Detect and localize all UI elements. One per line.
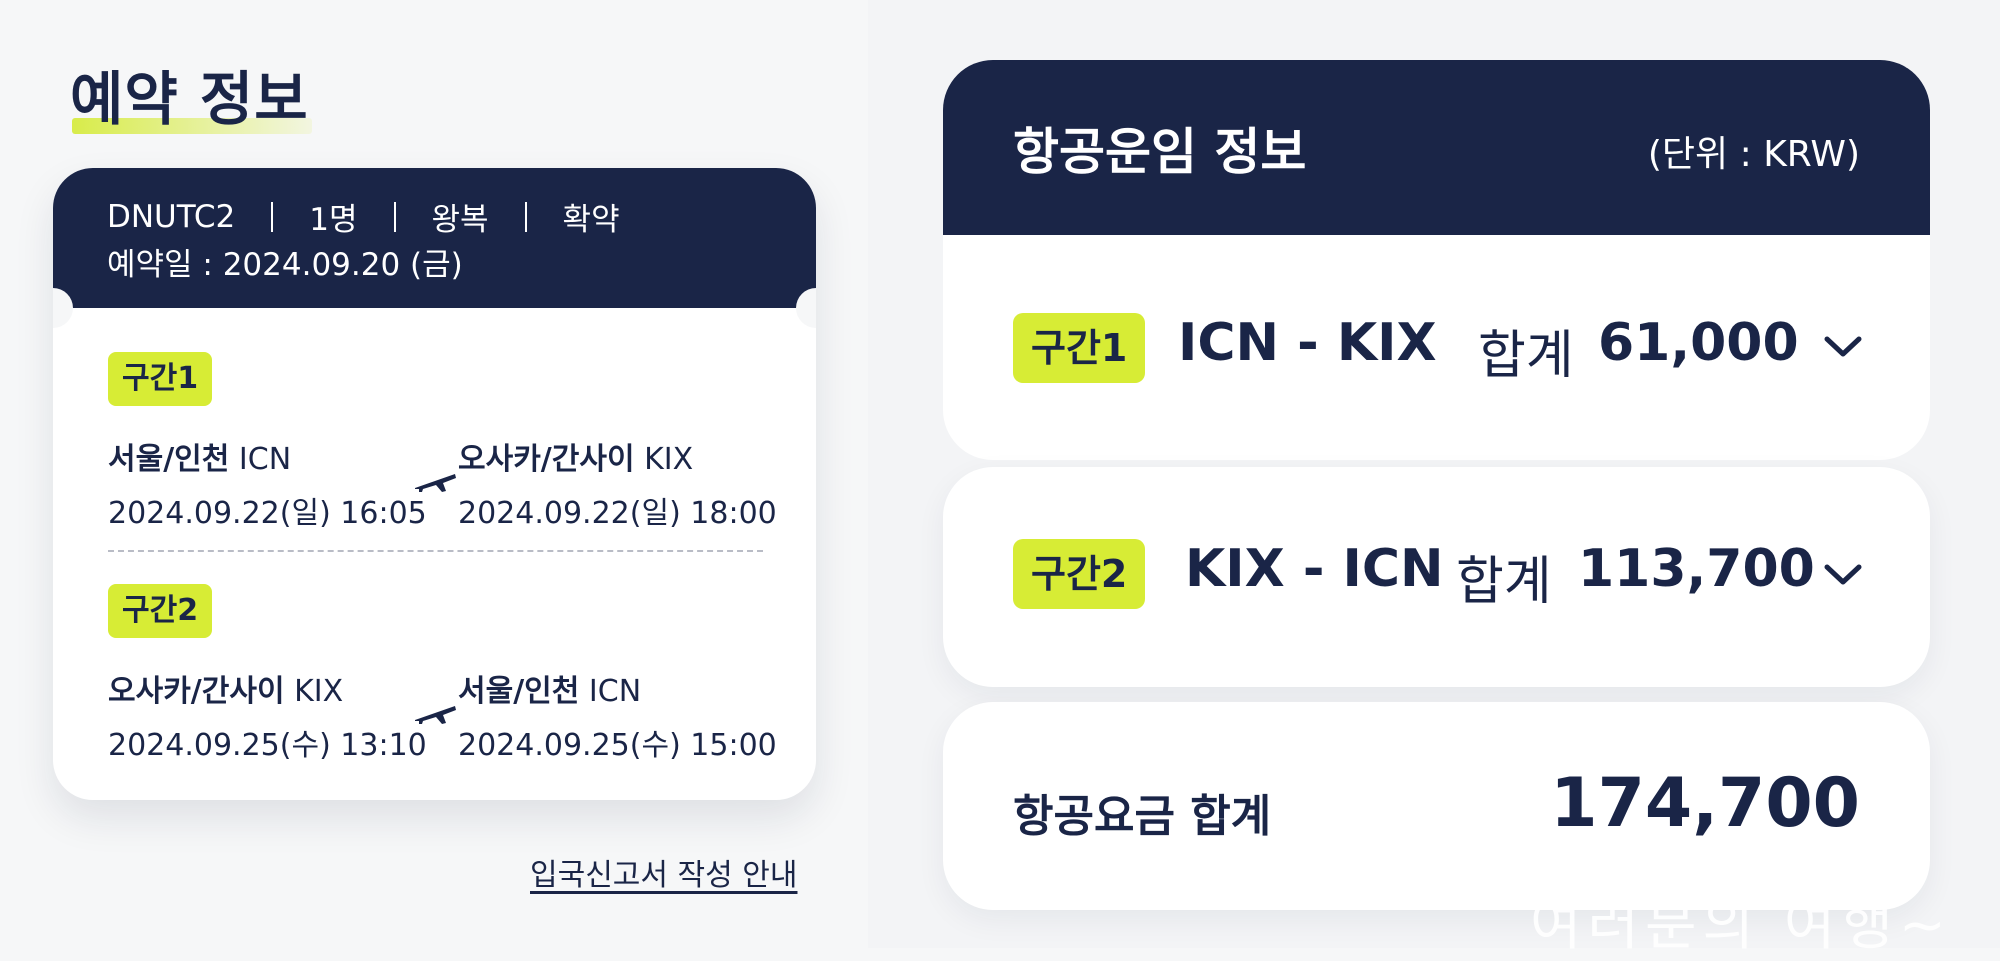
segment-1-badge: 구간1 (108, 352, 213, 406)
reservation-ticket: DNUTC2 1명 왕복 확약 예약일 : 2024.09.20 (금) 구간1… (53, 168, 816, 800)
booking-status: 확약 (562, 202, 620, 238)
immigration-form-guide-link[interactable]: 입국신고서 작성 안내 (530, 850, 797, 894)
fare-unit: (단위 : KRW) (1647, 134, 1860, 175)
segment-2-departure-time: 2024.09.25(수) 13:10 (108, 728, 427, 763)
reservation-section-title: 예약 정보 (70, 52, 312, 136)
segment-2-badge: 구간2 (108, 584, 213, 638)
fare-segment-2-row[interactable]: 구간2 KIX - ICN 합계 113,700 (943, 467, 1930, 687)
fare-total-card: 항공요금 합계 174,700 (943, 702, 1930, 910)
fare-total-label: 항공요금 합계 (1013, 791, 1272, 842)
fare-header: 항공운임 정보 (단위 : KRW) (943, 60, 1930, 235)
segment-2-origin: 오사카/간사이 KIX (108, 666, 343, 710)
airplane-icon (415, 474, 456, 492)
airplane-icon (415, 706, 456, 724)
fare-segment-1-row[interactable]: 구간1 ICN - KIX 합계 61,000 (943, 235, 1930, 460)
booking-summary: DNUTC2 1명 왕복 확약 (107, 194, 620, 239)
destination-code: ICN (588, 674, 642, 709)
destination-city: 오사카/간사이 (458, 442, 635, 477)
segment-2-destination: 서울/인천 ICN (458, 666, 641, 710)
trip-type: 왕복 (431, 202, 489, 238)
chevron-down-icon[interactable] (1823, 563, 1863, 587)
segment-1-origin: 서울/인천 ICN (108, 434, 291, 478)
watermark-text: 여러분의 여행~ (1530, 893, 1952, 958)
fare-segment-1-route: ICN - KIX (1178, 313, 1437, 373)
fare-segment-2-badge: 구간2 (1013, 539, 1146, 609)
segment-2-arrival-time: 2024.09.25(수) 15:00 (458, 728, 777, 763)
fare-total-value: 174,700 (1550, 764, 1860, 843)
fare-segment-2-sum-label: 합계 (1456, 552, 1552, 612)
chevron-down-icon[interactable] (1823, 335, 1863, 359)
destination-code: KIX (644, 442, 694, 477)
passenger-count: 1명 (309, 202, 358, 238)
origin-city: 서울/인천 (108, 442, 230, 477)
segment-1-arrival-time: 2024.09.22(일) 18:00 (458, 496, 777, 531)
fare-segment-1-sum-label: 합계 (1478, 326, 1574, 386)
divider-bar (524, 201, 527, 232)
divider-bar (271, 201, 274, 232)
divider-bar (393, 201, 396, 232)
segment-1-destination: 오사카/간사이 KIX (458, 434, 693, 478)
booked-date: 예약일 : 2024.09.20 (금) (107, 247, 463, 283)
segment-1-departure-time: 2024.09.22(일) 16:05 (108, 496, 427, 531)
reservation-title-text: 예약 정보 (70, 65, 309, 133)
origin-code: KIX (294, 674, 344, 709)
origin-city: 오사카/간사이 (108, 674, 285, 709)
booking-code: DNUTC2 (107, 198, 236, 235)
destination-city: 서울/인천 (458, 674, 580, 709)
segment-divider (108, 550, 763, 552)
fare-segment-2-sum-value: 113,700 (1578, 539, 1815, 599)
origin-code: ICN (238, 442, 292, 477)
fare-segment-1-sum-value: 61,000 (1598, 313, 1799, 373)
fare-title: 항공운임 정보 (1013, 123, 1307, 181)
fare-segment-1-badge: 구간1 (1013, 313, 1146, 383)
fare-segment-2-route: KIX - ICN (1185, 539, 1444, 599)
ticket-header: DNUTC2 1명 왕복 확약 예약일 : 2024.09.20 (금) (53, 168, 816, 308)
